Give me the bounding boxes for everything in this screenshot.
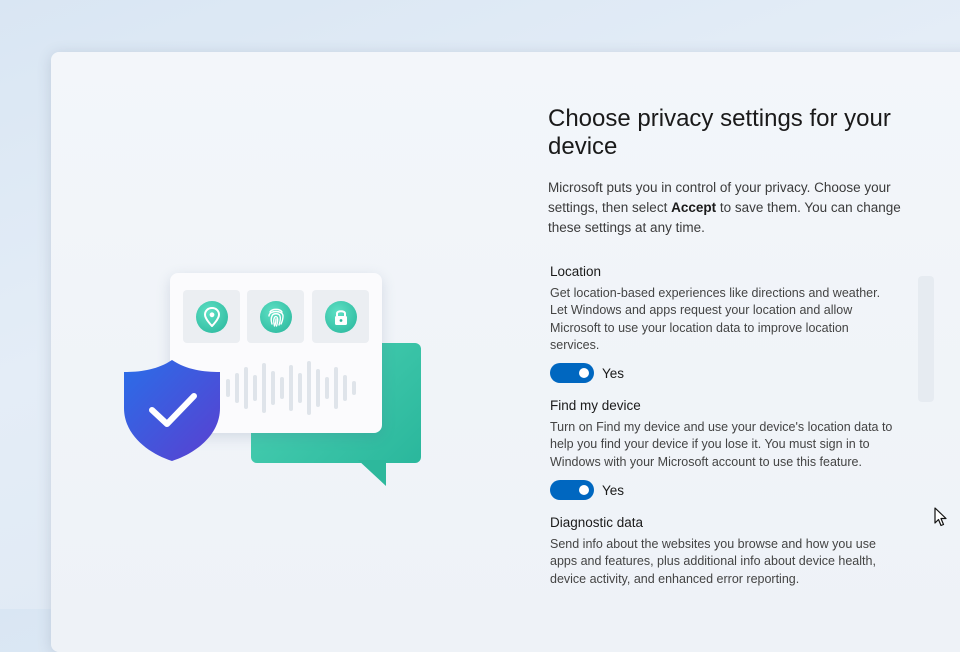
setting-description: Send info about the websites you browse … bbox=[550, 537, 876, 586]
find-my-device-toggle[interactable] bbox=[550, 480, 594, 501]
location-pin-icon bbox=[203, 306, 220, 327]
setting-description: Get location-based experiences like dire… bbox=[550, 286, 881, 352]
setting-title: Location bbox=[550, 264, 602, 279]
settings-list: Location Get location-based experiences … bbox=[550, 264, 895, 602]
toggle-knob bbox=[579, 485, 589, 496]
find-my-device-toggle-label: Yes bbox=[602, 482, 625, 498]
lock-icon bbox=[334, 309, 347, 325]
location-toggle[interactable] bbox=[550, 363, 594, 384]
find-my-device-toggle-row: Yes bbox=[550, 479, 895, 501]
voice-wave-graphic bbox=[226, 361, 356, 415]
setting-find-my-device: Find my device Turn on Find my device an… bbox=[550, 398, 895, 501]
setting-title: Diagnostic data bbox=[550, 515, 644, 531]
setting-diagnostic-data: Diagnostic data Send info about the webs… bbox=[550, 515, 895, 588]
location-toggle-row: Yes bbox=[550, 362, 895, 384]
toggle-knob bbox=[579, 368, 589, 379]
lock-tile bbox=[312, 290, 369, 343]
chat-bubble-tail bbox=[358, 460, 386, 486]
location-toggle-label: Yes bbox=[602, 365, 625, 381]
shield-check-icon bbox=[124, 360, 220, 461]
settings-scrollbar[interactable] bbox=[918, 276, 934, 402]
privacy-illustration bbox=[51, 52, 471, 612]
mouse-pointer-icon bbox=[934, 507, 947, 527]
setting-location: Location Get location-based experiences … bbox=[550, 264, 895, 384]
intro-text: Microsoft puts you in control of your pr… bbox=[548, 178, 918, 238]
fingerprint-icon bbox=[267, 308, 284, 327]
intro-accept-emphasis: Accept bbox=[671, 200, 717, 215]
page-title: Choose privacy settings for your device bbox=[548, 105, 891, 160]
setting-title: Find my device bbox=[550, 398, 641, 414]
location-tile bbox=[183, 290, 240, 343]
fingerprint-tile bbox=[247, 290, 304, 343]
setting-description: Turn on Find my device and use your devi… bbox=[550, 420, 893, 469]
oobe-window: Choose privacy settings for your device … bbox=[51, 52, 960, 652]
